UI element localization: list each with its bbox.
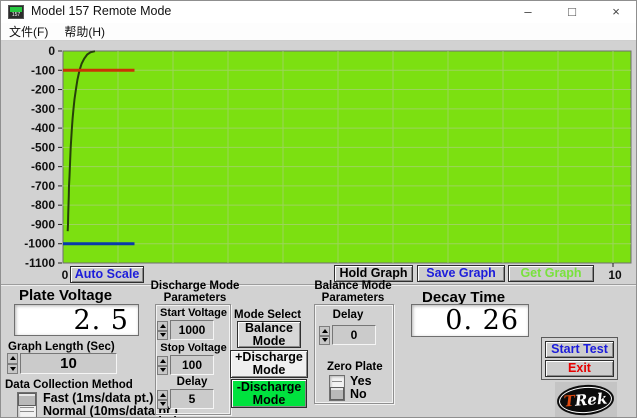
increment-icon[interactable] xyxy=(157,321,168,331)
graph-length-value[interactable]: 10 xyxy=(20,353,117,374)
increment-icon[interactable] xyxy=(7,353,18,364)
balance-mode-button[interactable]: Balance Mode xyxy=(237,321,301,348)
get-graph-button[interactable]: Get Graph xyxy=(508,265,594,282)
trek-logo: TRek xyxy=(555,382,617,418)
zero-plate-yes-label[interactable]: Yes xyxy=(350,374,372,388)
svg-text:10: 10 xyxy=(608,268,622,282)
stop-voltage-value[interactable]: 100 xyxy=(170,355,214,375)
discharge-delay-value[interactable]: 5 xyxy=(170,389,214,409)
decrement-icon[interactable] xyxy=(319,336,330,346)
start-voltage-value[interactable]: 1000 xyxy=(170,320,214,340)
trek-logo-rest: Rek xyxy=(574,390,608,410)
svg-text:-200: -200 xyxy=(31,83,55,97)
start-test-button[interactable]: Start Test xyxy=(545,341,614,358)
voltage-decay-chart: 0 -100 -200 -300 -400 -500 -600 -700 -800 -900 -10… xyxy=(1,41,637,286)
plate-voltage-display: 2. 5 xyxy=(14,304,139,336)
zero-plate-switch[interactable] xyxy=(329,375,345,401)
stop-voltage-label: Stop Voltage xyxy=(158,342,229,354)
trek-logo-ellipse: TRek xyxy=(556,383,615,417)
svg-text:-800: -800 xyxy=(31,198,55,212)
discharge-title-line1: Discharge Mode xyxy=(149,280,241,292)
switch-grip-icon xyxy=(20,411,34,412)
svg-text:-600: -600 xyxy=(31,160,55,174)
switch-grip-icon xyxy=(20,407,34,408)
menu-file[interactable]: 文件(F) xyxy=(1,23,56,41)
svg-text:-400: -400 xyxy=(31,121,55,135)
exit-button[interactable]: Exit xyxy=(545,360,614,377)
svg-text:-700: -700 xyxy=(31,179,55,193)
discharge-delay-stepper[interactable] xyxy=(157,390,168,409)
menu-help[interactable]: 帮助(H) xyxy=(56,23,113,41)
increment-icon[interactable] xyxy=(157,356,168,366)
maximize-icon[interactable]: □ xyxy=(550,1,594,23)
svg-text:0: 0 xyxy=(62,268,69,282)
stop-voltage-stepper[interactable] xyxy=(157,356,168,375)
zero-plate-label: Zero Plate xyxy=(327,361,383,373)
menu-bar: 文件(F) 帮助(H) xyxy=(1,23,637,41)
svg-text:-100: -100 xyxy=(31,63,55,77)
mode-select-label: Mode Select xyxy=(234,309,301,321)
svg-text:0: 0 xyxy=(48,44,55,58)
graph-length-label: Graph Length (Sec) xyxy=(8,341,115,353)
svg-text:-1000: -1000 xyxy=(24,237,55,251)
data-collection-switch[interactable] xyxy=(17,392,37,418)
decrement-icon[interactable] xyxy=(7,364,18,375)
plate-voltage-title: Plate Voltage xyxy=(19,287,112,304)
option-fast-label[interactable]: Fast (1ms/data pt.) xyxy=(43,391,153,405)
balance-title-line2: Parameters xyxy=(311,292,395,304)
app-window: 157 Model 157 Remote Mode – □ × 文件(F) 帮助… xyxy=(0,0,637,418)
save-graph-button[interactable]: Save Graph xyxy=(417,265,505,282)
discharge-delay-label: Delay xyxy=(170,376,214,388)
balance-title-line1: Balance Mode xyxy=(311,280,395,292)
zero-plate-no-label[interactable]: No xyxy=(350,387,367,401)
balance-delay-value[interactable]: 0 xyxy=(332,325,376,345)
positive-discharge-mode-button[interactable]: +Discharge Mode xyxy=(230,350,308,378)
app-icon: 157 xyxy=(8,5,24,19)
graph-length-stepper[interactable] xyxy=(7,353,18,374)
decay-time-display: 0. 26 xyxy=(411,304,529,337)
svg-text:-300: -300 xyxy=(31,102,55,116)
svg-text:-500: -500 xyxy=(31,140,55,154)
decrement-icon[interactable] xyxy=(157,331,168,341)
balance-delay-stepper[interactable] xyxy=(319,326,330,345)
switch-grip-icon xyxy=(332,381,342,382)
balance-delay-label: Delay xyxy=(326,309,370,321)
start-voltage-stepper[interactable] xyxy=(157,321,168,340)
switch-handle-icon[interactable] xyxy=(330,387,344,400)
close-icon[interactable]: × xyxy=(594,1,637,23)
data-collection-label: Data Collection Method xyxy=(5,379,133,391)
auto-scale-button[interactable]: Auto Scale xyxy=(70,266,144,283)
start-voltage-label: Start Voltage xyxy=(158,307,229,319)
svg-text:-1100: -1100 xyxy=(25,256,55,270)
app-icon-label: 157 xyxy=(9,12,23,18)
svg-text:-900: -900 xyxy=(31,217,55,231)
action-buttons-frame: Start Test Exit xyxy=(541,337,618,380)
increment-icon[interactable] xyxy=(157,390,168,400)
increment-icon[interactable] xyxy=(319,326,330,336)
negative-discharge-mode-button[interactable]: -Discharge Mode xyxy=(231,379,307,408)
window-title: Model 157 Remote Mode xyxy=(31,4,171,18)
title-bar: 157 Model 157 Remote Mode – □ × xyxy=(1,1,637,23)
minimize-icon[interactable]: – xyxy=(506,1,550,23)
decrement-icon[interactable] xyxy=(157,400,168,410)
decrement-icon[interactable] xyxy=(157,366,168,376)
discharge-title-line2: Parameters xyxy=(149,292,241,304)
switch-handle-icon[interactable] xyxy=(18,393,36,406)
